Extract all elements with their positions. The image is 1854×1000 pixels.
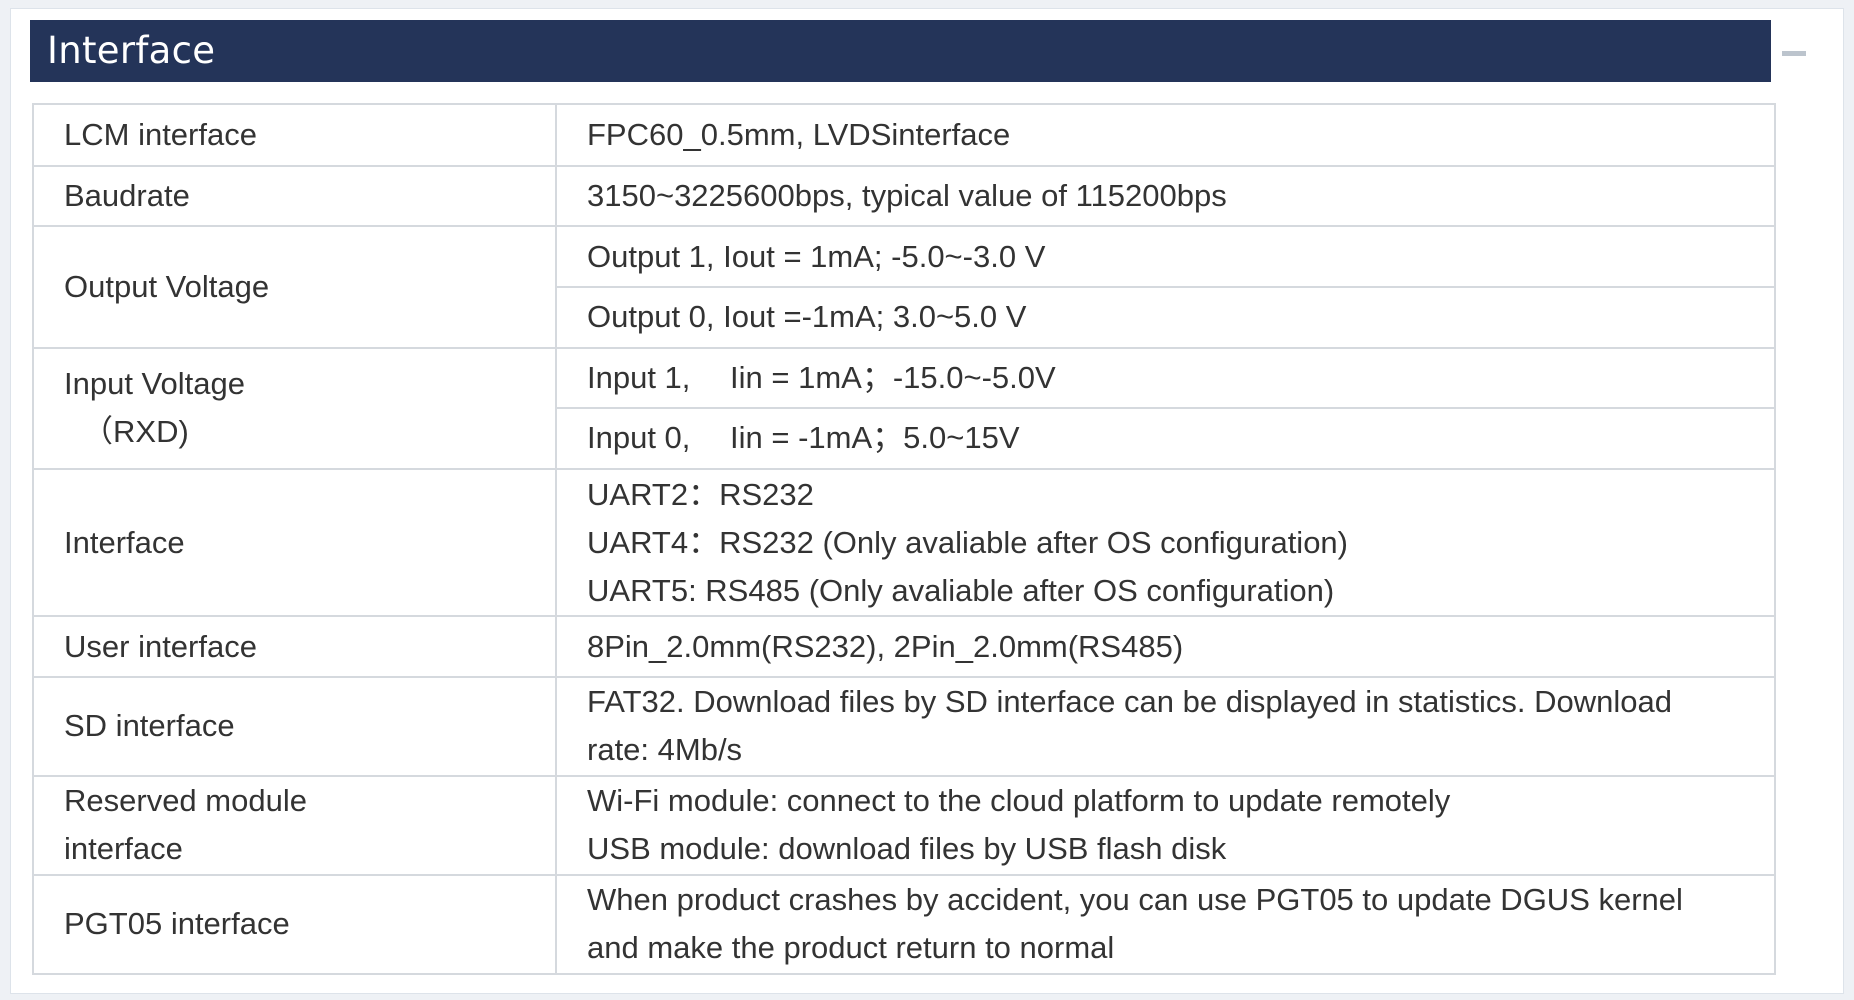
row-value: Input 1, Iin = 1mA；-15.0~-5.0V (555, 346, 1776, 410)
row-value: Wi-Fi module: connect to the cloud platf… (555, 774, 1776, 876)
table-row: User interface 8Pin_2.0mm(RS232), 2Pin_2… (32, 615, 1776, 678)
row-label: LCM interface (32, 103, 557, 167)
table-row: Interface UART2：RS232 UART4：RS232 (Only … (32, 467, 1776, 618)
row-value: Output 0, Iout =-1mA; 3.0~5.0 V (555, 285, 1776, 349)
row-value: UART2：RS232 UART4：RS232 (Only avaliable … (555, 467, 1776, 618)
section-title: Interface (47, 29, 216, 72)
table-row: Reserved module interface Wi-Fi module: … (32, 774, 1776, 876)
spec-table: LCM interface FPC60_0.5mm, LVDSinterface… (32, 103, 1776, 976)
row-label: Input Voltage （RXD) (32, 346, 557, 470)
row-label: PGT05 interface (32, 873, 557, 976)
table-row: PGT05 interface When product crashes by … (32, 873, 1776, 976)
row-value: 8Pin_2.0mm(RS232), 2Pin_2.0mm(RS485) (555, 615, 1776, 678)
table-row: LCM interface FPC60_0.5mm, LVDSinterface (32, 103, 1776, 167)
value-line: USB module: download files by USB flash … (587, 831, 1227, 867)
row-label-line: Reserved module (64, 783, 307, 819)
row-label: Interface (32, 467, 557, 618)
row-label-line: interface (64, 831, 183, 867)
row-label: SD interface (32, 675, 557, 777)
row-label: Output Voltage (32, 225, 557, 349)
table-row: SD interface FAT32. Download files by SD… (32, 675, 1776, 777)
row-label-line: （RXD) (82, 414, 189, 450)
row-label-line: Input Voltage (64, 366, 245, 402)
row-value: Input 0, Iin = -1mA；5.0~15V (555, 407, 1776, 470)
value-line: Wi-Fi module: connect to the cloud platf… (587, 783, 1451, 819)
row-label: Baudrate (32, 164, 557, 228)
value-line: UART4：RS232 (Only avaliable after OS con… (587, 524, 1348, 560)
minus-icon (1782, 51, 1806, 56)
value-text: FAT32. Download files by SD interface ca… (587, 684, 1672, 768)
value-line: UART2：RS232 (587, 476, 814, 512)
row-value: FPC60_0.5mm, LVDSinterface (555, 103, 1776, 167)
row-value: 3150~3225600bps, typical value of 115200… (555, 164, 1776, 228)
table-row: Output Voltage Output 1, Iout = 1mA; -5.… (32, 225, 1776, 349)
row-label: User interface (32, 615, 557, 678)
row-value: When product crashes by accident, you ca… (555, 873, 1776, 976)
table-row: Baudrate 3150~3225600bps, typical value … (32, 164, 1776, 228)
table-row: Input Voltage （RXD) Input 1, Iin = 1mA；-… (32, 346, 1776, 470)
row-label: Reserved module interface (32, 774, 557, 876)
value-line: UART5: RS485 (Only avaliable after OS co… (587, 572, 1335, 608)
row-value: Output 1, Iout = 1mA; -5.0~-3.0 V (555, 225, 1776, 288)
section-header: Interface (30, 20, 1771, 82)
value-text: When product crashes by accident, you ca… (587, 882, 1683, 966)
row-value: FAT32. Download files by SD interface ca… (555, 675, 1776, 777)
collapse-button[interactable] (1782, 44, 1806, 64)
